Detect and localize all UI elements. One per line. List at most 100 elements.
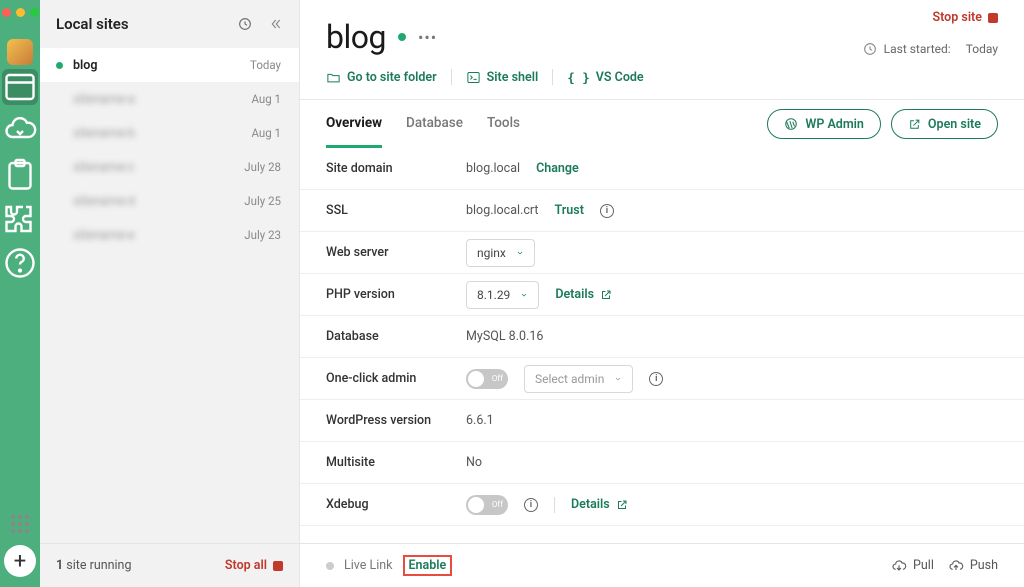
site-row[interactable]: sitename-b Aug 1: [40, 116, 299, 150]
site-date: Aug 1: [251, 126, 281, 140]
add-site-button[interactable]: +: [4, 545, 36, 577]
site-date: July 23: [244, 228, 281, 242]
xdebug-toggle[interactable]: Off: [466, 495, 508, 515]
row-web-server: Web server nginx: [300, 232, 1024, 274]
wp-admin-button[interactable]: WP Admin: [767, 109, 881, 139]
terminal-icon: [466, 70, 481, 85]
row-multisite: Multisite No: [300, 442, 1024, 484]
ssl-value: blog.local.crt: [466, 203, 539, 218]
window-controls[interactable]: [2, 0, 39, 33]
live-link-label: Live Link: [344, 558, 393, 573]
chevron-down-icon: [614, 375, 622, 383]
rail-addons-button[interactable]: [2, 201, 38, 237]
user-avatar[interactable]: [7, 39, 33, 65]
tab-tools[interactable]: Tools: [487, 100, 520, 148]
row-one-click-admin: One-click admin Off Select admin i: [300, 358, 1024, 400]
site-row[interactable]: sitename-a Aug 1: [40, 82, 299, 116]
rail-sites-button[interactable]: [2, 69, 38, 105]
live-link-status-icon: [326, 562, 334, 570]
xdebug-details-button[interactable]: Details: [571, 497, 628, 512]
rail-help-button[interactable]: [2, 245, 38, 281]
info-icon[interactable]: i: [600, 204, 614, 218]
info-icon[interactable]: i: [649, 372, 663, 386]
sites-list: blog Today sitename-a Aug 1 sitename-b A…: [40, 48, 299, 543]
site-name: sitename-e: [73, 228, 135, 243]
site-name: blog: [73, 58, 97, 73]
cloud-upload-icon: [948, 558, 964, 574]
overview-details: Site domain blog.local Change SSL blog.l…: [300, 148, 1024, 543]
recent-sites-icon[interactable]: [237, 16, 253, 32]
multisite-value: No: [466, 455, 482, 470]
minimize-window-icon[interactable]: [16, 8, 25, 17]
row-wp-version: WordPress version 6.6.1: [300, 400, 1024, 442]
cloud-download-icon: [891, 558, 907, 574]
sidebar-title: Local sites: [56, 15, 129, 33]
stop-all-button[interactable]: Stop all: [225, 558, 283, 573]
info-icon[interactable]: i: [524, 498, 538, 512]
change-domain-button[interactable]: Change: [536, 161, 579, 176]
row-ssl: SSL blog.local.crt Trust i: [300, 190, 1024, 232]
external-link-icon: [600, 289, 612, 301]
help-icon: [2, 245, 38, 281]
open-folder-button[interactable]: Go to site folder: [326, 70, 451, 85]
chevron-down-icon: [520, 291, 528, 299]
running-count: 1 site running: [56, 558, 131, 573]
clock-icon: [862, 41, 878, 57]
open-site-button[interactable]: Open site: [891, 109, 998, 139]
browser-icon: [2, 69, 38, 105]
open-vscode-button[interactable]: { } VS Code: [553, 70, 657, 85]
admin-user-select[interactable]: Select admin: [524, 365, 633, 393]
site-name: sitename-a: [73, 92, 135, 107]
pull-button[interactable]: Pull: [891, 558, 934, 574]
app-switcher-icon[interactable]: [11, 503, 29, 545]
site-row-blog[interactable]: blog Today: [40, 48, 299, 82]
last-started: Last started: Today: [862, 41, 998, 57]
wordpress-icon: [784, 117, 798, 131]
stop-icon: [273, 561, 283, 571]
site-row[interactable]: sitename-c July 28: [40, 150, 299, 184]
row-site-domain: Site domain blog.local Change: [300, 148, 1024, 190]
site-row[interactable]: sitename-d July 25: [40, 184, 299, 218]
site-running-icon: [56, 62, 63, 69]
sites-sidebar: Local sites blog Today sitename-a Aug 1 …: [40, 0, 300, 587]
row-xdebug: Xdebug Off i Details: [300, 484, 1024, 526]
close-window-icon[interactable]: [2, 8, 11, 17]
rail-blueprints-button[interactable]: [2, 157, 38, 193]
enable-live-link-button[interactable]: Enable: [409, 558, 447, 573]
site-panel: blog ••• Stop site Last started: Today: [300, 0, 1024, 587]
cloud-sync-icon: [2, 113, 38, 149]
push-button[interactable]: Push: [948, 558, 998, 574]
external-link-icon: [616, 499, 628, 511]
site-running-icon: [398, 33, 406, 41]
site-domain-value: blog.local: [466, 161, 520, 176]
web-server-select[interactable]: nginx: [466, 239, 535, 267]
row-database: Database MySQL 8.0.16: [300, 316, 1024, 358]
external-link-icon: [908, 118, 921, 131]
one-click-admin-toggle[interactable]: Off: [466, 369, 508, 389]
tab-database[interactable]: Database: [406, 100, 463, 148]
wp-version-value: 6.6.1: [466, 413, 494, 428]
tab-overview[interactable]: Overview: [326, 100, 382, 148]
rail-connect-button[interactable]: [2, 113, 38, 149]
site-row[interactable]: sitename-e July 23: [40, 218, 299, 252]
open-shell-button[interactable]: Site shell: [452, 70, 553, 85]
row-php-version: PHP version 8.1.29 Details: [300, 274, 1024, 316]
site-name: sitename-d: [73, 194, 135, 209]
site-title: blog: [326, 18, 386, 56]
folder-icon: [326, 70, 341, 85]
database-value: MySQL 8.0.16: [466, 329, 543, 344]
trust-ssl-button[interactable]: Trust: [555, 203, 584, 218]
site-actions-menu[interactable]: •••: [418, 28, 437, 47]
php-details-button[interactable]: Details: [555, 287, 612, 302]
collapse-sidebar-icon[interactable]: [267, 16, 283, 32]
php-version-select[interactable]: 8.1.29: [466, 281, 539, 309]
puzzle-icon: [2, 201, 38, 237]
stop-site-button[interactable]: Stop site: [933, 10, 999, 25]
chevron-down-icon: [516, 249, 524, 257]
site-date: July 28: [244, 160, 281, 174]
stop-icon: [988, 13, 998, 23]
maximize-window-icon[interactable]: [30, 8, 39, 17]
site-name: sitename-c: [73, 160, 135, 175]
code-braces-icon: { }: [567, 70, 590, 85]
site-name: sitename-b: [73, 126, 135, 141]
